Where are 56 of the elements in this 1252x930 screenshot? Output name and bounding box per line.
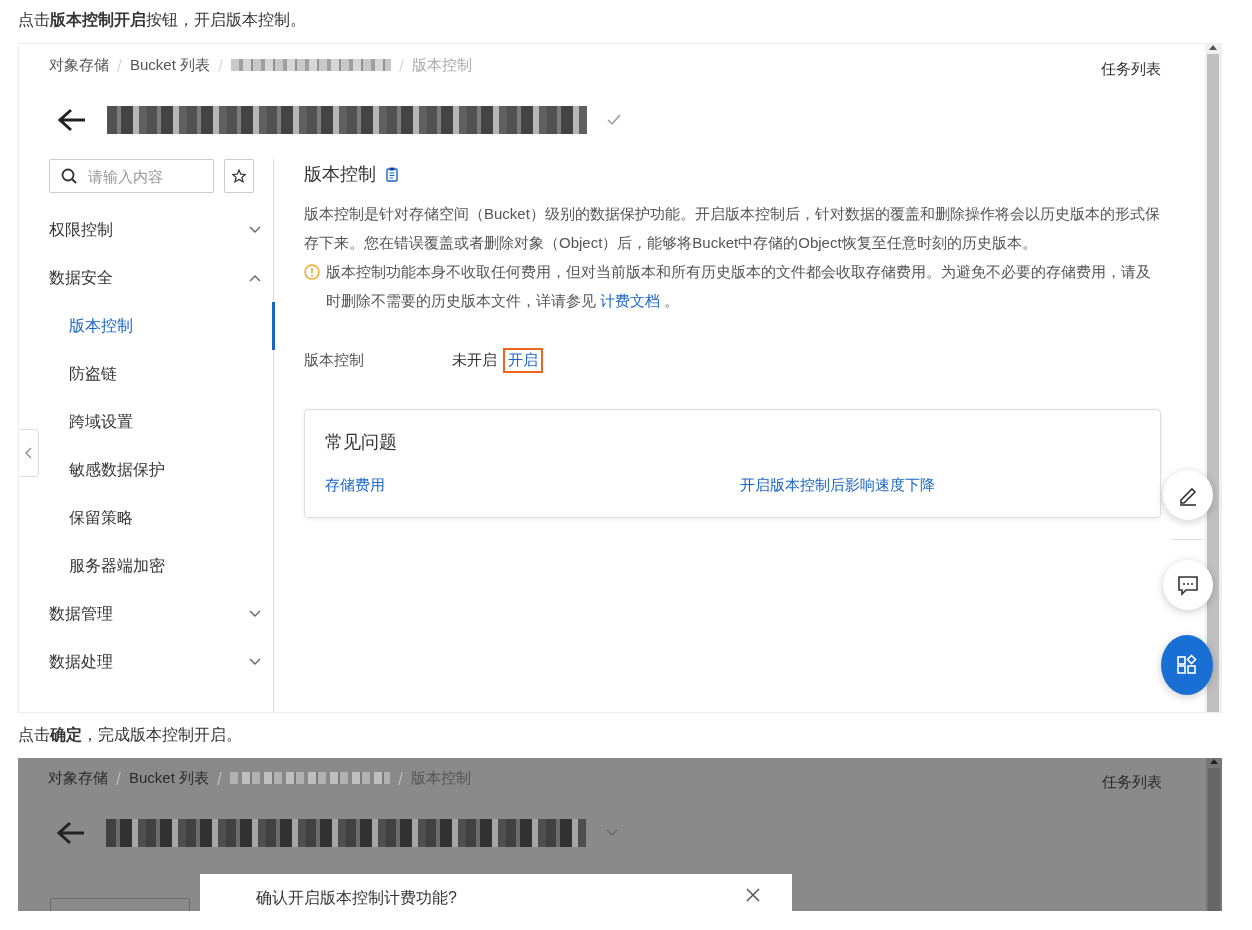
instruction-text: 点击确定，完成版本控制开启。 <box>18 725 243 745</box>
breadcrumb-link[interactable]: Bucket 列表 <box>129 768 210 788</box>
chat-icon <box>1177 574 1199 596</box>
document-icon[interactable] <box>386 166 398 182</box>
scrollbar[interactable] <box>1206 758 1222 911</box>
setting-label: 版本控制 <box>304 350 365 370</box>
star-icon <box>232 169 246 183</box>
back-arrow-icon[interactable] <box>57 108 87 132</box>
close-icon <box>746 888 760 902</box>
menu-item[interactable]: 版本控制 <box>49 302 273 350</box>
faq-link[interactable]: 开启版本控制后影响速度下降 <box>740 476 935 493</box>
favorite-button[interactable] <box>224 159 254 193</box>
task-list-link[interactable]: 任务列表 <box>1102 772 1162 792</box>
scroll-up-icon[interactable] <box>1209 44 1217 50</box>
chevron-down-icon <box>249 226 261 234</box>
warning-text: 版本控制功能本身不收取任何费用，但对当前版本和所有历史版本的文件都会收取存储费用。为避免不必要的存储费用，请及时删除不需要的历史版本文件，详请参见 计费文档 。 <box>326 262 1152 311</box>
scroll-up-icon[interactable] <box>1210 758 1218 764</box>
chevron-left-icon <box>25 447 32 459</box>
warning-icon <box>304 264 320 280</box>
menu-group-label: 数据管理 <box>49 603 113 624</box>
task-list-link[interactable]: 任务列表 <box>1101 59 1161 79</box>
menu-item[interactable]: 敏感数据保护 <box>49 446 273 494</box>
menu-group[interactable]: 权限控制 <box>49 206 273 254</box>
edit-button[interactable] <box>1163 470 1213 520</box>
description-text: 版本控制是针对存储空间（Bucket）级别的数据保护功能。开启版本控制后，针对数据的覆盖和删除操作将会以历史版本的形式保存下来。您在错误覆盖或者删除对象（Object）后，能够将Bucket中存储的Object恢复至任意时刻的历史版本。 <box>304 204 1161 253</box>
section-title: 版本控制 <box>304 163 376 186</box>
breadcrumb-link[interactable]: 对象存储 <box>48 768 108 788</box>
billing-doc-link[interactable]: 计费文档 <box>600 292 661 309</box>
menu-group-label: 权限控制 <box>49 219 113 240</box>
enable-link[interactable]: 开启 <box>503 347 543 373</box>
menu-group-label: 数据处理 <box>49 651 113 672</box>
feedback-button[interactable] <box>1163 560 1213 610</box>
chevron-up-icon <box>249 274 261 282</box>
faq-title: 常见问题 <box>325 431 398 454</box>
faq-link[interactable]: 存储费用 <box>325 476 385 493</box>
menu-item[interactable]: 跨域设置 <box>49 398 273 446</box>
instruction-text: 点击版本控制开启按钮，开启版本控制。 <box>18 10 307 30</box>
setting-status: 未开启 <box>452 350 497 370</box>
menu-group[interactable]: 数据安全 <box>49 254 273 302</box>
chevron-down-icon <box>606 829 618 837</box>
menu-group[interactable]: 数据处理 <box>49 638 273 686</box>
scrollbar[interactable] <box>1205 44 1221 712</box>
menu-item[interactable]: 服务器端加密 <box>49 542 273 590</box>
dialog-title: 确认开启版本控制计费功能? <box>256 888 457 908</box>
menu-group-label: 数据安全 <box>49 267 113 288</box>
menu-item[interactable]: 防盗链 <box>49 350 273 398</box>
apps-icon <box>1176 654 1198 676</box>
menu-item[interactable]: 保留策略 <box>49 494 273 542</box>
chevron-down-icon <box>249 658 261 666</box>
check-icon <box>607 114 621 126</box>
breadcrumb-link[interactable]: Bucket 列表 <box>130 55 211 75</box>
close-button[interactable] <box>746 888 760 904</box>
breadcrumb-link[interactable]: 对象存储 <box>49 55 109 75</box>
menu-group[interactable]: 数据管理 <box>49 590 273 638</box>
apps-button[interactable] <box>1161 635 1213 695</box>
chevron-down-icon <box>249 610 261 618</box>
